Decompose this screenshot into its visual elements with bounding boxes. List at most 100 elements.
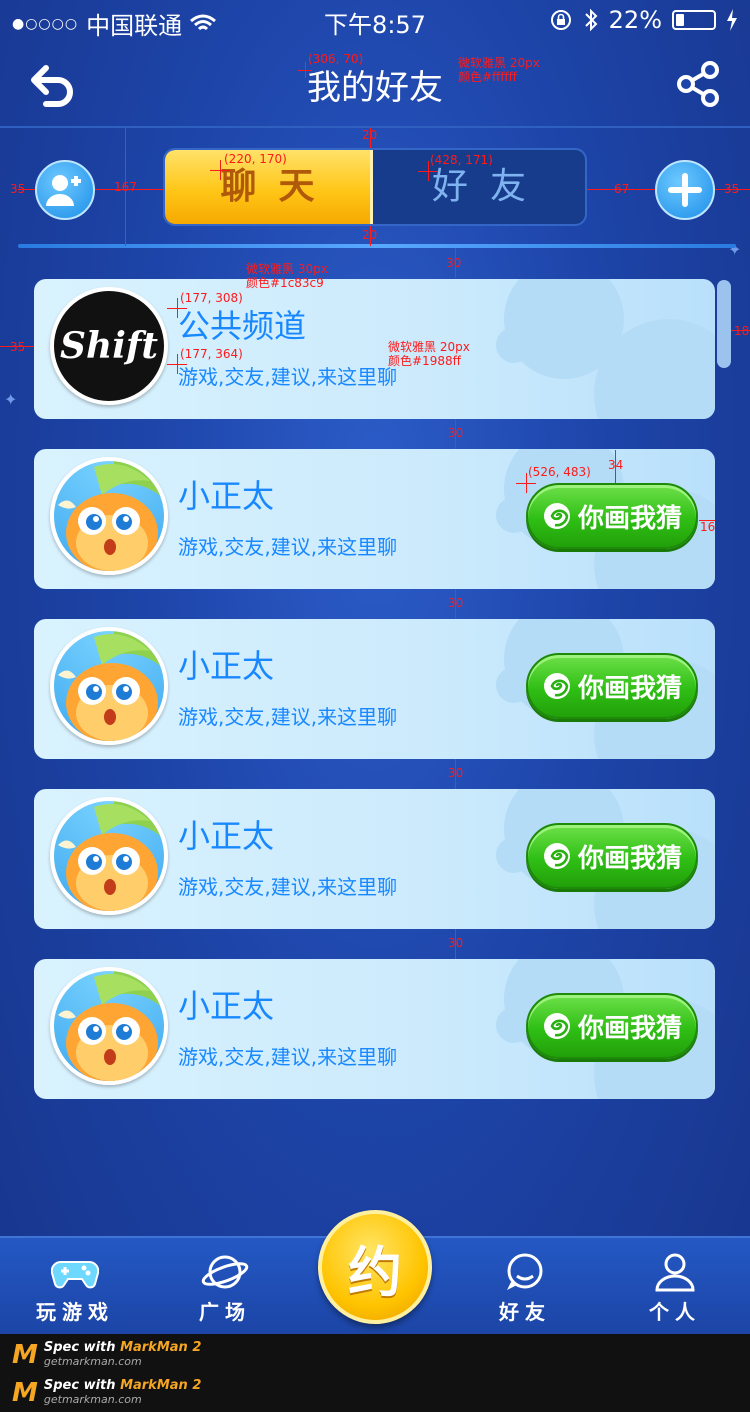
anno-line <box>177 298 178 318</box>
avatar[interactable]: Shift <box>50 287 168 405</box>
battery-percent: 22% <box>608 6 662 34</box>
anno-btn-coord: (526, 483) <box>528 465 591 479</box>
channel-desc: 游戏,交友,建议,来这里聊 <box>178 875 398 899</box>
anno-line <box>715 189 750 190</box>
draw-guess-button[interactable]: 你画我猜 <box>526 653 698 719</box>
anno-tab2-coord: (428, 171) <box>430 153 493 167</box>
battery-icon <box>672 10 716 30</box>
anno-line <box>615 450 616 484</box>
orientation-lock-icon <box>550 10 571 30</box>
spiral-icon <box>543 503 570 529</box>
friend-card[interactable]: 小正太 游戏,交友,建议,来这里聊 你画我猜 <box>34 789 715 929</box>
share-icon <box>677 61 719 107</box>
channel-name: 小正太 <box>178 477 275 515</box>
shift-logo: Shift <box>60 325 158 367</box>
anno-line <box>370 226 371 246</box>
page-title: 我的好友 <box>307 68 443 108</box>
star-icon: ✦ <box>728 240 742 259</box>
status-bar: ●○○○○ 中国联通 下午8:57 22% <box>0 0 750 40</box>
anno-line <box>18 189 35 190</box>
decor-bubble <box>496 327 532 363</box>
anno-line <box>455 248 456 278</box>
anno-line <box>587 189 655 190</box>
chat-bubble-icon <box>507 1253 543 1290</box>
anno-line <box>220 160 221 180</box>
markman-logo: M <box>12 1340 38 1370</box>
draw-guess-button[interactable]: 你画我猜 <box>526 993 698 1059</box>
avatar[interactable] <box>50 627 168 745</box>
anno-line <box>370 128 371 148</box>
anno-line <box>731 330 750 331</box>
spiral-icon <box>543 1013 570 1039</box>
fish-avatar-icon <box>58 971 164 1081</box>
anno-name-coord: (177, 308) <box>180 291 243 305</box>
scrollbar[interactable] <box>717 280 731 368</box>
nav-me[interactable]: 个人 <box>620 1252 730 1325</box>
avatar[interactable] <box>50 797 168 915</box>
friend-card[interactable]: 小正太 游戏,交友,建议,来这里聊 你画我猜 <box>34 959 715 1099</box>
watermark-brand: MarkMan 2 <box>120 1340 202 1355</box>
anno-line <box>125 128 126 246</box>
channel-desc: 游戏,交友,建议,来这里聊 <box>178 705 398 729</box>
anno-gap-30: 30 <box>446 256 462 270</box>
fish-avatar-icon <box>58 461 164 571</box>
watermark-site: getmarkman.com <box>43 1355 142 1368</box>
spiral-icon <box>543 673 570 699</box>
anno-16: 16 <box>700 520 716 534</box>
gamepad-icon <box>51 1260 99 1289</box>
anno-line <box>455 419 456 449</box>
charging-icon <box>727 9 737 31</box>
channel-name: 小正太 <box>178 647 275 685</box>
person-icon <box>655 1253 695 1292</box>
anno-line <box>455 759 456 789</box>
nav-square[interactable]: 广场 <box>170 1252 280 1325</box>
bluetooth-icon <box>584 8 598 32</box>
add-button[interactable] <box>655 160 715 220</box>
avatar[interactable] <box>50 457 168 575</box>
anno-line <box>177 354 178 374</box>
anno-line <box>455 929 456 959</box>
anno-line <box>428 161 429 181</box>
anno-desc-color: 颜色#1988ff <box>388 354 461 368</box>
star-icon: ✦ <box>4 390 18 409</box>
channel-name: 公共频道 <box>178 307 307 345</box>
anno-line <box>95 189 163 190</box>
share-button[interactable] <box>674 60 722 108</box>
fish-avatar-icon <box>58 801 164 911</box>
anno-card-left-35: 35 <box>10 340 26 354</box>
nav-square-label: 广场 <box>199 1300 251 1324</box>
watermark-prefix: Spec with <box>43 1378 116 1393</box>
anno-title-color: 颜色#ffffff <box>458 70 517 84</box>
anno-line <box>455 589 456 619</box>
channel-desc: 游戏,交友,建议,来这里聊 <box>178 365 398 389</box>
add-friend-button[interactable] <box>35 160 95 220</box>
anno-title-coord: (306, 70) <box>308 52 364 66</box>
channel-name: 小正太 <box>178 987 275 1025</box>
spiral-icon <box>543 843 570 869</box>
plus-icon <box>668 173 702 207</box>
anno-desc-coord: (177, 364) <box>180 347 243 361</box>
draw-guess-button[interactable]: 你画我猜 <box>526 823 698 889</box>
anno-tab1-coord: (220, 170) <box>224 152 287 166</box>
anno-line <box>0 346 34 347</box>
nav-friends[interactable]: 好友 <box>470 1252 580 1325</box>
watermark-brand: MarkMan 2 <box>120 1378 202 1393</box>
public-channel-card[interactable]: Shift 公共频道 游戏,交友,建议,来这里聊 <box>34 279 715 419</box>
nav-friends-label: 好友 <box>499 1300 551 1324</box>
anno-line <box>305 62 306 78</box>
channel-desc: 游戏,交友,建议,来这里聊 <box>178 1045 398 1069</box>
anno-name-color: 颜色#1c83c9 <box>246 276 324 290</box>
nav-header: 我的好友 <box>0 40 750 128</box>
channel-name: 小正太 <box>178 817 275 855</box>
anno-line <box>699 520 715 521</box>
draw-guess-label: 你画我猜 <box>577 673 682 704</box>
planet-icon <box>201 1255 249 1289</box>
nav-play-games[interactable]: 玩游戏 <box>20 1252 130 1325</box>
draw-guess-button[interactable]: 你画我猜 <box>526 483 698 549</box>
watermark-site: getmarkman.com <box>43 1393 142 1406</box>
draw-guess-label: 你画我猜 <box>577 843 682 874</box>
friend-card[interactable]: 小正太 游戏,交友,建议,来这里聊 你画我猜 <box>34 619 715 759</box>
anno-18: 18 <box>734 324 750 338</box>
date-center-button[interactable]: 约 <box>318 1210 432 1324</box>
avatar[interactable] <box>50 967 168 1085</box>
